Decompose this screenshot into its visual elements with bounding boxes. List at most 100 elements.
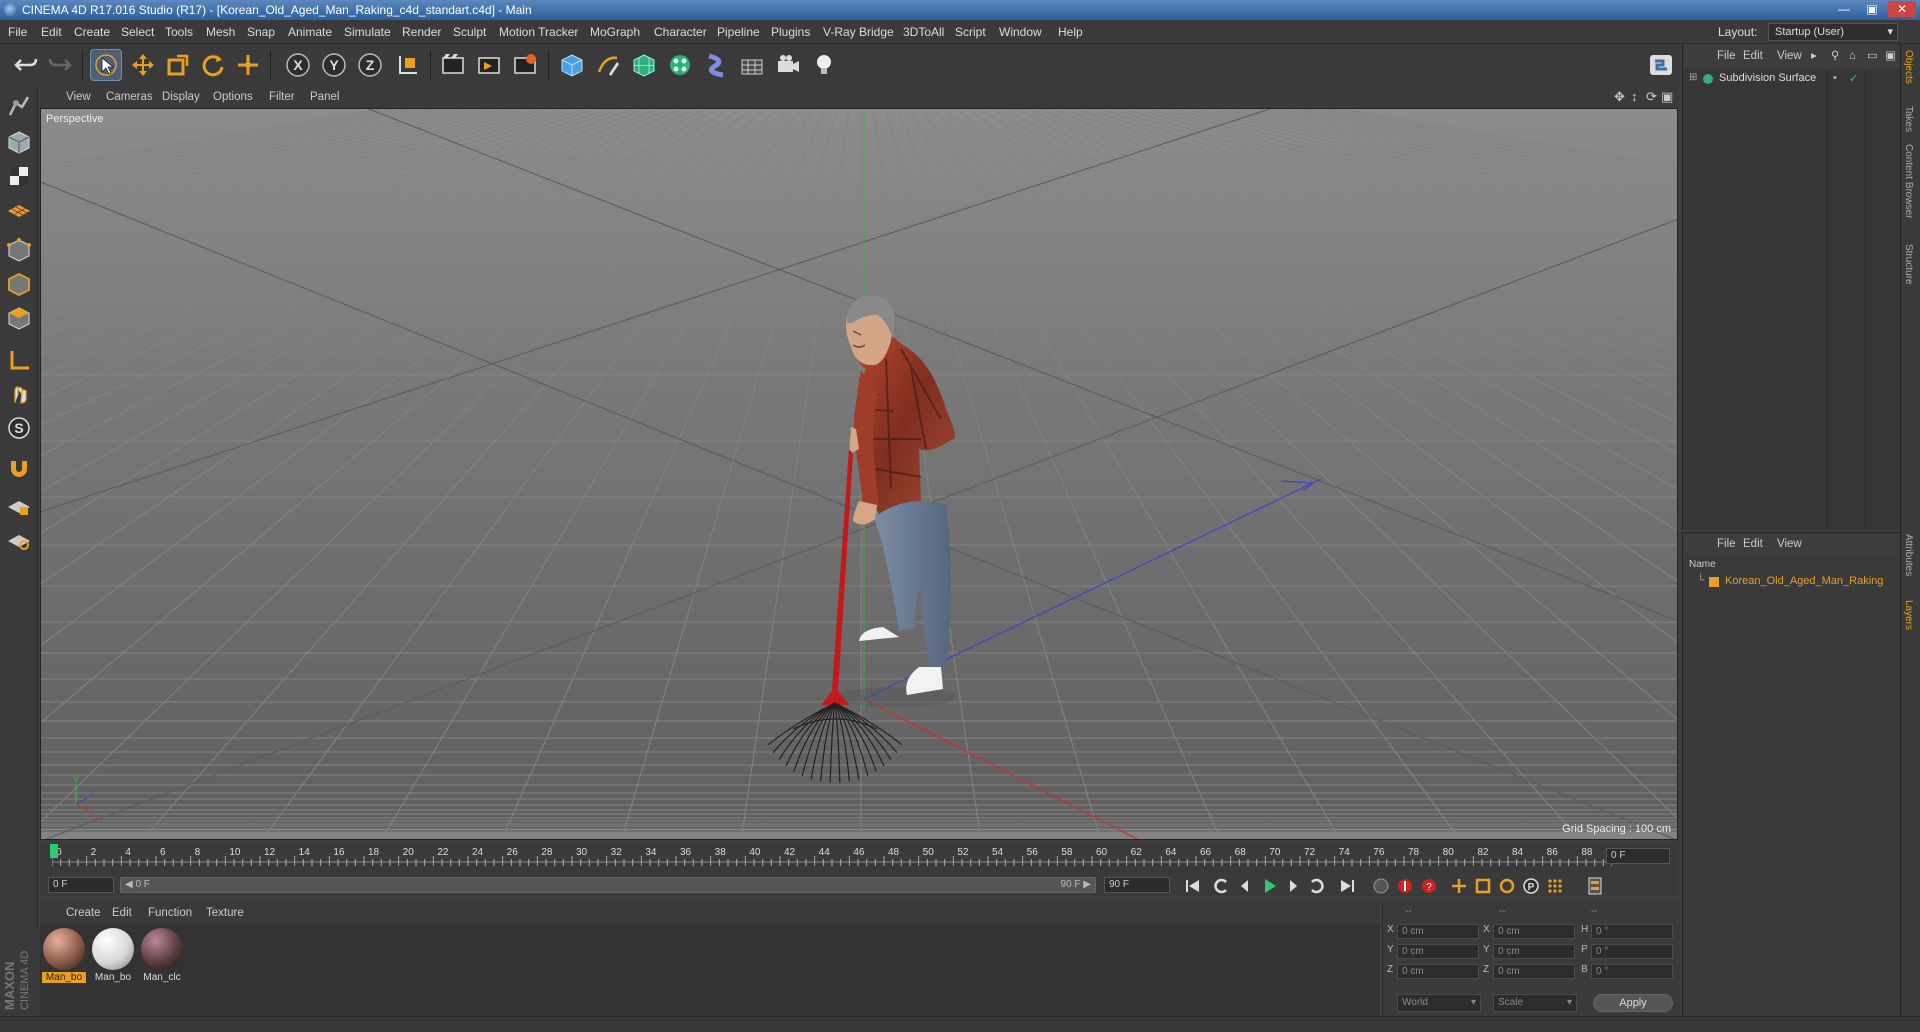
cloner-icon[interactable] [664,49,696,81]
layer-menu-edit[interactable]: Edit [1743,533,1763,555]
model-mode-icon[interactable] [3,126,35,158]
size-mode-select[interactable]: Scale ▾ [1493,994,1577,1012]
panel-menu-icon[interactable]: ▣ [1885,44,1896,68]
tab-attributes[interactable]: Attributes [1903,534,1914,576]
tweak-mode-icon[interactable] [3,378,35,410]
menu-3dtoall[interactable]: 3DToAll [903,20,944,44]
points-mode-icon[interactable] [3,234,35,266]
menu-render[interactable]: Render [402,20,441,44]
deformer-icon[interactable] [700,49,732,81]
render-picture-viewer-icon[interactable] [473,49,505,81]
menu-character[interactable]: Character [654,20,707,44]
record-active-objects-icon[interactable] [1394,875,1416,897]
menu-pipeline[interactable]: Pipeline [717,20,760,44]
home-icon[interactable]: ⌂ [1849,44,1856,68]
layer-row[interactable]: └ Korean_Old_Aged_Man_Raking [1683,573,1901,591]
key-pla-icon[interactable] [1544,875,1566,897]
size-z-field[interactable]: 0 cm [1493,964,1575,979]
tab-structure[interactable]: Structure [1903,244,1914,285]
render-view-icon[interactable] [437,49,469,81]
camera-icon[interactable] [772,49,804,81]
viewport-move-icon[interactable]: ✥ [1614,86,1625,108]
texture-mode-icon[interactable] [3,160,35,192]
subdivision-nurbs-icon[interactable] [628,49,660,81]
apply-button[interactable]: Apply [1593,994,1673,1012]
make-editable-icon[interactable] [3,90,35,122]
search-icon[interactable]: ⚲ [1831,44,1839,68]
planar-workplane-icon[interactable] [3,524,35,556]
menu-mograph[interactable]: MoGraph [590,20,640,44]
viewport-menu-view[interactable]: View [66,86,91,108]
menu-simulate[interactable]: Simulate [344,20,391,44]
snap-icon[interactable]: S [3,412,35,444]
size-y-field[interactable]: 0 cm [1493,944,1575,959]
menu-animate[interactable]: Animate [288,20,332,44]
tab-takes[interactable]: Takes [1903,106,1914,132]
minimize-button[interactable]: — [1830,1,1858,17]
live-select-icon[interactable] [232,49,264,81]
tab-content-browser[interactable]: Content Browser [1903,144,1914,218]
viewport-menu-display[interactable]: Display [162,86,200,108]
layout-select[interactable]: Startup (User) ▾ [1768,23,1898,41]
motion-record-icon[interactable] [1370,875,1392,897]
key-rotation-icon[interactable] [1496,875,1518,897]
menu-help[interactable]: Help [1058,20,1083,44]
cube-icon[interactable] [556,49,588,81]
viewport-maximize-icon[interactable]: ▣ [1661,86,1673,108]
previous-frame-icon[interactable] [1234,875,1256,897]
timeline-layout-icon[interactable] [1584,875,1606,897]
next-key-icon[interactable] [1306,875,1328,897]
rotation-p-field[interactable]: 0 ° [1591,944,1673,959]
previous-key-icon[interactable] [1210,875,1232,897]
frame-range-slider[interactable]: ◀ 0 F 90 F ▶ [120,877,1096,893]
undo-icon[interactable] [10,49,42,81]
close-button[interactable]: ✕ [1888,1,1916,17]
current-frame-field[interactable]: 0 F [1606,848,1670,864]
material-menu-texture[interactable]: Texture [206,902,244,924]
end-frame-field[interactable]: 90 F [1104,877,1170,893]
go-to-start-icon[interactable] [1182,875,1204,897]
y-axis-icon[interactable]: Y [318,49,350,81]
scale-icon[interactable] [162,49,194,81]
menu-window[interactable]: Window [999,20,1042,44]
menu-snap[interactable]: Snap [247,20,275,44]
go-to-end-icon[interactable] [1336,875,1358,897]
rotate-icon[interactable] [197,49,229,81]
maximize-button[interactable]: ▣ [1858,1,1886,17]
move-icon[interactable] [127,49,159,81]
material-swatch[interactable]: Man_clc [140,928,184,988]
size-x-field[interactable]: 0 cm [1493,924,1575,939]
viewport-menu-options[interactable]: Options [213,86,253,108]
timeline-ticks[interactable]: 0 2 4 6 8 10 12 14 16 18 20 22 24 26 28 30 32 34 36 38 40 42 4… [52,842,1612,870]
edges-mode-icon[interactable] [3,268,35,300]
key-parameter-icon[interactable]: P [1520,875,1542,897]
menu-create[interactable]: Create [74,20,110,44]
key-position-icon[interactable] [1448,875,1470,897]
light-icon[interactable] [808,49,840,81]
viewport-menu-cameras[interactable]: Cameras [106,86,153,108]
tab-layers[interactable]: Layers [1903,600,1914,630]
viewport-menu-panel[interactable]: Panel [310,86,339,108]
more-arrow-icon[interactable]: ▸ [1811,44,1817,68]
redo-icon[interactable] [44,49,76,81]
layer-toggle-icon[interactable]: ▪ [1833,72,1837,84]
material-menu-edit[interactable]: Edit [112,902,132,924]
rotation-h-field[interactable]: 0 ° [1591,924,1673,939]
select-arrow-icon[interactable] [90,49,122,81]
viewport-menu-filter[interactable]: Filter [269,86,295,108]
menu-edit[interactable]: Edit [41,20,62,44]
menu-select[interactable]: Select [121,20,154,44]
layer-menu-view[interactable]: View [1777,533,1802,555]
enabled-checkmark-icon[interactable]: ✓ [1849,72,1858,85]
menu-script[interactable]: Script [955,20,986,44]
object-menu-file[interactable]: File [1717,44,1736,68]
menu-mesh[interactable]: Mesh [206,20,235,44]
workplane-mode-icon[interactable] [3,194,35,226]
magnet-icon[interactable] [3,452,35,484]
layer-menu-file[interactable]: File [1717,533,1736,555]
axis-mode-icon[interactable] [3,344,35,376]
material-swatch[interactable]: Man_bo [42,928,86,988]
material-swatch[interactable]: Man_bo [91,928,135,988]
new-view-icon[interactable]: ▭ [1867,44,1878,68]
next-frame-icon[interactable] [1282,875,1304,897]
